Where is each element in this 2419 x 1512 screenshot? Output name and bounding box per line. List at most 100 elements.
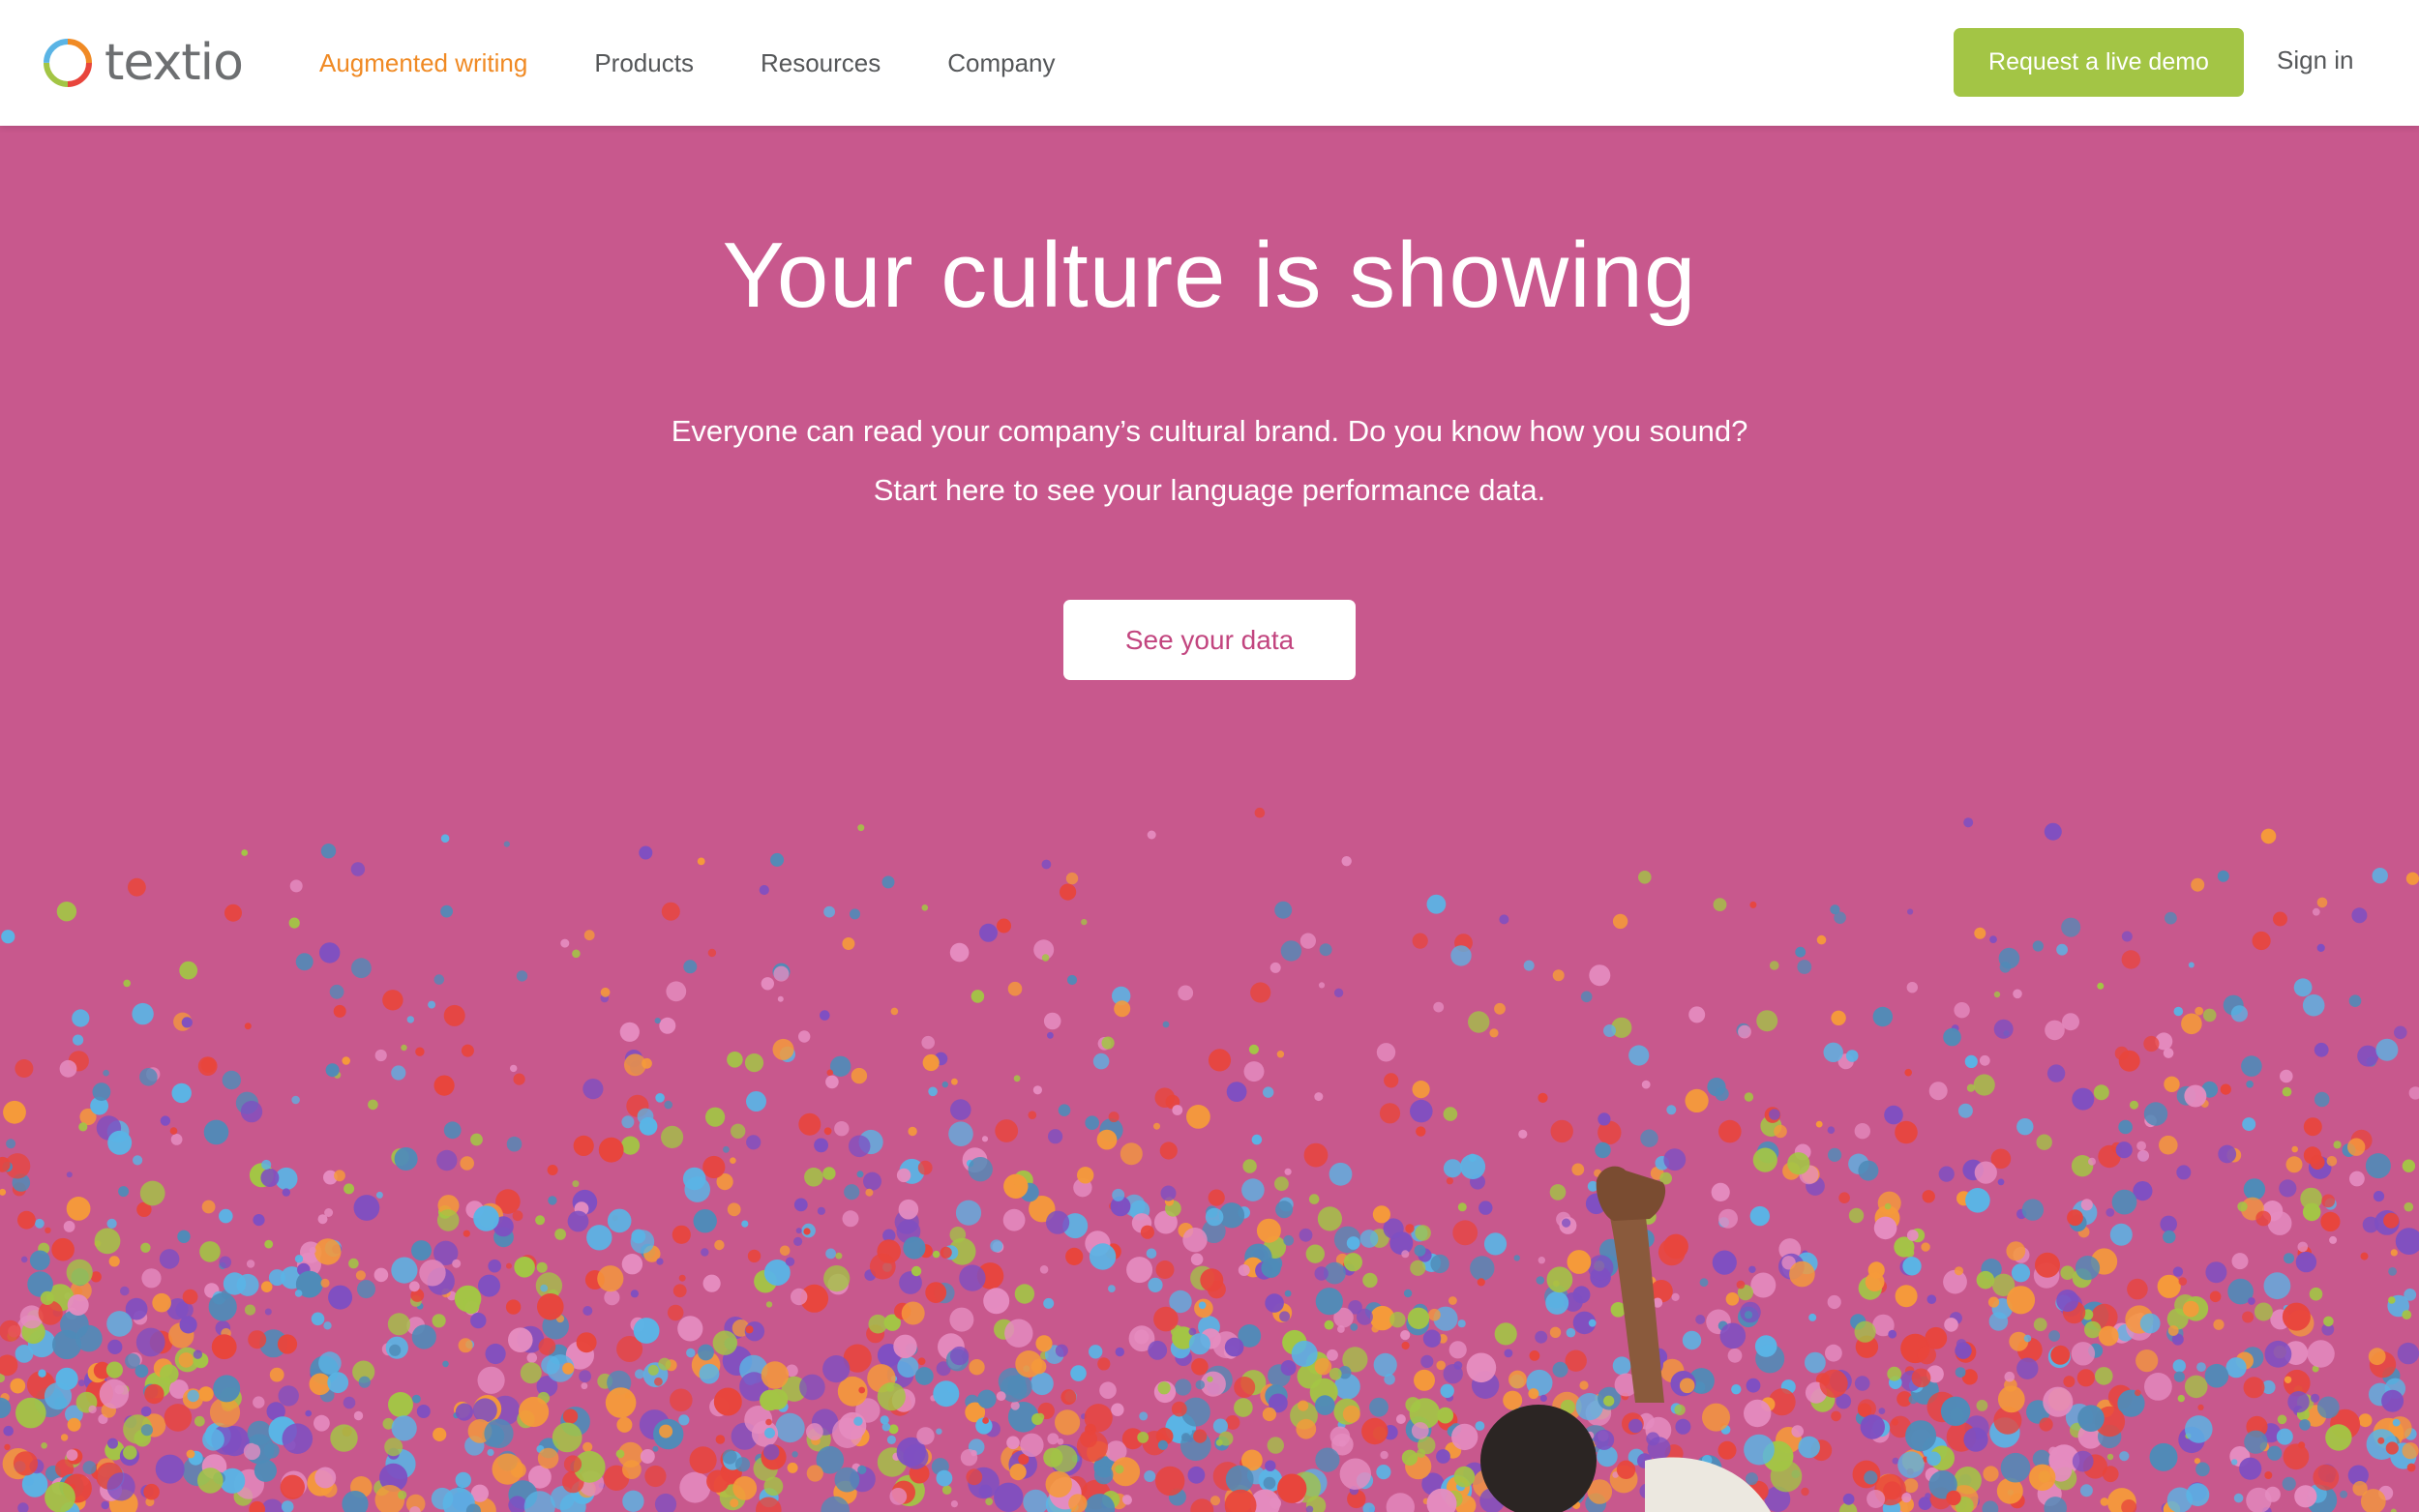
textio-logo-ring-icon xyxy=(44,39,92,87)
confetti-dot xyxy=(941,1485,952,1495)
confetti-dot xyxy=(1342,1405,1360,1423)
confetti-dot xyxy=(1744,1399,1772,1428)
confetti-dot xyxy=(1546,1266,1573,1293)
nav-item-augmented-writing[interactable]: Augmented writing xyxy=(319,48,527,78)
confetti-dot xyxy=(990,1239,1003,1253)
confetti-dot xyxy=(1848,1207,1865,1224)
confetti-dot xyxy=(1269,962,1281,973)
confetti-dot xyxy=(1907,908,1914,915)
confetti-dot xyxy=(2075,1256,2101,1281)
confetti-dot xyxy=(1315,1395,1335,1415)
confetti-dot xyxy=(1489,1028,1499,1038)
confetti-dot xyxy=(125,1353,140,1369)
confetti-dot xyxy=(319,942,341,964)
confetti-dot xyxy=(411,1324,436,1349)
confetti-dot xyxy=(538,1338,556,1355)
confetti-dot xyxy=(260,1169,280,1187)
confetti-dot xyxy=(1545,1290,1569,1315)
confetti-dot xyxy=(329,984,344,999)
confetti-dot xyxy=(526,1352,538,1363)
confetti-dot xyxy=(933,1380,960,1408)
confetti-dot xyxy=(659,1424,673,1438)
confetti-dot xyxy=(309,1246,316,1255)
confetti-dot xyxy=(1020,1433,1044,1457)
confetti-dot xyxy=(45,1227,51,1233)
confetti-dot xyxy=(857,824,865,832)
confetti-dot xyxy=(1407,1307,1430,1329)
confetti-dot xyxy=(123,979,131,988)
confetti-dot xyxy=(795,1228,802,1234)
confetti-dot xyxy=(2220,1083,2231,1095)
confetti-dot xyxy=(2159,1135,2178,1155)
confetti-dot xyxy=(2299,1419,2311,1431)
nav-item-resources[interactable]: Resources xyxy=(761,48,881,78)
confetti-dot xyxy=(1043,1012,1061,1030)
confetti-dot xyxy=(1305,1244,1326,1263)
confetti-dot xyxy=(1380,1450,1389,1460)
confetti-dot xyxy=(791,1288,808,1306)
confetti-dot xyxy=(143,1483,160,1500)
confetti-dot xyxy=(373,1267,389,1283)
confetti-dot xyxy=(2109,1223,2133,1246)
confetti-dot xyxy=(357,1280,375,1299)
textio-logo[interactable]: textio xyxy=(41,33,244,93)
confetti-dot xyxy=(1736,1280,1746,1290)
confetti-dot xyxy=(139,1180,165,1206)
sign-in-link[interactable]: Sign in xyxy=(2277,45,2354,75)
confetti-dot xyxy=(1263,1086,1274,1098)
confetti-dot xyxy=(2191,877,2205,892)
confetti-dot xyxy=(2280,1069,2293,1083)
confetti-dot xyxy=(2118,1119,2133,1135)
confetti-dot xyxy=(2285,1156,2303,1173)
confetti-dot xyxy=(249,1500,266,1512)
confetti-dot xyxy=(765,1301,773,1308)
confetti-dot xyxy=(1513,1255,1520,1261)
confetti-dot xyxy=(63,1221,75,1232)
see-your-data-button[interactable]: See your data xyxy=(1063,600,1356,680)
confetti-dot xyxy=(1437,1407,1454,1424)
confetti-dot xyxy=(1284,1168,1292,1175)
confetti-dot xyxy=(1478,1201,1493,1215)
confetti-dot xyxy=(281,1500,294,1512)
confetti-dot xyxy=(2264,1340,2292,1368)
confetti-dot xyxy=(682,1167,706,1191)
confetti-dot xyxy=(806,1465,823,1482)
confetti-dot xyxy=(1598,1112,1611,1126)
confetti-dot xyxy=(977,1389,997,1408)
confetti-dot xyxy=(1046,1210,1070,1234)
confetti-dot xyxy=(202,1428,224,1451)
confetti-dot xyxy=(640,1449,655,1464)
confetti-dot xyxy=(1291,1340,1318,1367)
confetti-dot xyxy=(1457,1319,1466,1328)
confetti-dot xyxy=(2295,1251,2317,1273)
confetti-dot xyxy=(280,1474,305,1499)
hero-subtitle-line-2: Start here to see your language performa… xyxy=(873,473,1546,507)
confetti-dot xyxy=(1015,1350,1043,1378)
confetti-dot xyxy=(1314,1266,1329,1281)
confetti-dot xyxy=(348,1258,359,1269)
confetti-dot xyxy=(996,1391,1006,1402)
confetti-dot xyxy=(1274,1176,1289,1192)
confetti-dot xyxy=(2166,1487,2194,1512)
nav-item-products[interactable]: Products xyxy=(594,48,694,78)
confetti-dot xyxy=(734,1457,751,1472)
confetti-dot xyxy=(893,1334,917,1358)
confetti-dot xyxy=(2184,1375,2208,1399)
nav-item-company[interactable]: Company xyxy=(947,48,1055,78)
confetti-dot xyxy=(1401,1341,1410,1350)
confetti-dot xyxy=(160,1115,171,1126)
confetti-dot xyxy=(1993,991,2001,998)
confetti-dot xyxy=(702,1155,726,1179)
confetti-dot xyxy=(664,1100,672,1110)
confetti-dot xyxy=(822,1167,836,1180)
confetti-dot xyxy=(1858,1160,1879,1181)
confetti-dot xyxy=(654,1377,663,1386)
request-demo-button[interactable]: Request a live demo xyxy=(1954,28,2244,97)
confetti-dot xyxy=(951,1078,958,1085)
confetti-dot xyxy=(1002,1208,1026,1231)
confetti-dot xyxy=(699,1363,720,1384)
confetti-dot xyxy=(56,902,77,922)
confetti-dot xyxy=(2098,1325,2119,1347)
confetti-dot xyxy=(241,849,249,856)
confetti-dot xyxy=(324,1208,334,1217)
